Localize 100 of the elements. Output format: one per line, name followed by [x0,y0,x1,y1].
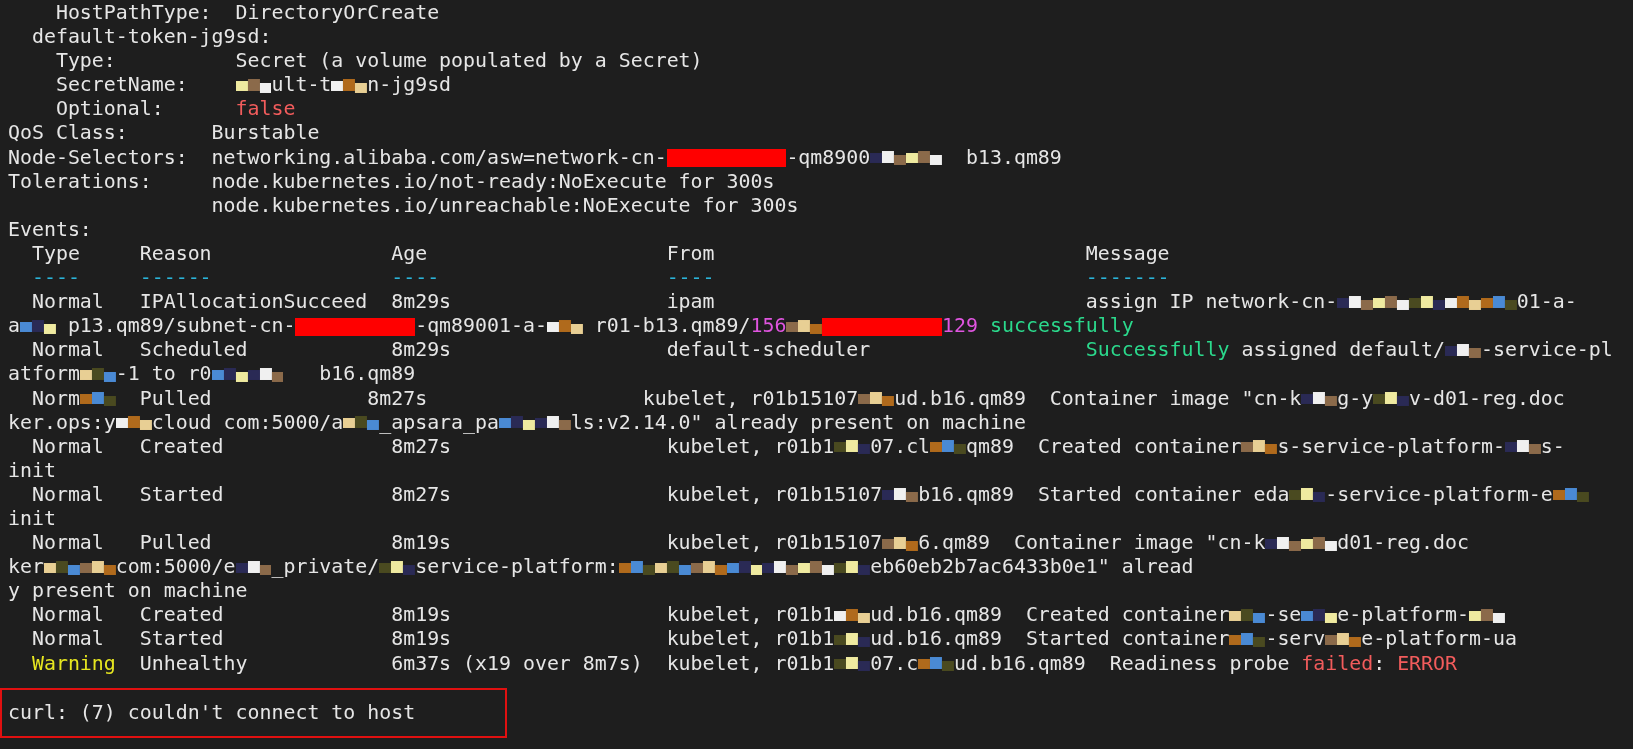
redaction-mosaic [1265,534,1302,553]
terminal-text: Warning [30,651,116,675]
terminal-text: s-service-platform- [1277,434,1505,458]
terminal-text: HostPathType: DirectoryOrCreate [54,1,440,24]
redaction-mosaic [930,438,967,457]
redaction-mosaic [870,149,907,168]
terminal-text: b16.qm89 Started container eda [918,482,1290,506]
redaction-mosaic [79,365,116,384]
terminal-text: ERROR [1397,651,1458,675]
redaction-mosaic [690,558,727,577]
terminal-text: : [1373,651,1387,675]
redaction-mosaic [534,414,571,433]
terminal-text: ud.b16.qm89 Container image "cn-k [894,386,1302,410]
terminal-text: atform [8,362,80,386]
redaction-mosaic [211,365,248,384]
redaction-mosaic [546,317,583,336]
redaction-mosaic [834,606,871,625]
redaction-mosaic [882,534,919,553]
terminal-text: assigned default/ [1240,338,1446,362]
terminal-text: 01-a- [1516,290,1577,314]
terminal-text: ker [8,555,44,579]
redaction-mosaic [786,317,823,336]
terminal-text: eb60eb2b7ac6433b0e1" alread [870,555,1194,579]
terminal-text: y present on machine [8,579,248,603]
redaction-mosaic [79,558,116,577]
redaction-mosaic [1229,630,1266,649]
redaction-mosaic [918,655,955,674]
terminal-text: Normal Started 8m27s kubelet, r01b15107 [30,482,883,506]
terminal-text: node.kubernetes.io/unreachable:NoExecute for 300s [210,193,799,217]
redaction-mosaic [79,390,116,408]
redaction-mosaic [1409,293,1445,312]
redaction-mosaic [499,414,535,433]
redaction-mosaic [834,655,871,674]
terminal-text: ls:v2.14.0" already present on machine [570,410,1026,434]
redaction-mosaic [20,317,56,336]
redaction-mosaic [618,558,655,577]
terminal-text: -service-platform-e [1325,482,1553,506]
redaction-mosaic [1301,390,1338,408]
terminal-text: p13.qm89/subnet-cn- [66,314,296,338]
redaction-mosaic [882,486,919,505]
redaction-mosaic [858,390,895,408]
terminal-text: QoS Class: Burstable [8,121,320,145]
terminal-text: Unhealthy 6m37s (x19 over 8m7s) kubelet, r01b1 [138,651,835,675]
redaction-mosaic [1373,293,1410,312]
terminal-text: n-jg9sd [367,73,452,97]
terminal-text: ud.b16.qm89 Started container [870,627,1230,651]
redaction-mosaic [726,558,763,577]
terminal-text: Normal Created 8m19s kubelet, r01b1 [30,603,835,627]
terminal-text: Normal Created 8m27s kubelet, r01b1 [30,434,835,458]
redaction-mosaic [798,558,835,577]
terminal-text: a [8,314,20,338]
terminal-text: service-platform: [415,555,619,579]
terminal-text: -1 to r0 [115,362,212,386]
redaction-mosaic [1373,390,1410,408]
terminal-text: _private/ [271,555,380,579]
terminal-text: ---- ------ ---- ---- ------- [30,266,1170,290]
redaction-mosaic [762,558,799,577]
terminal-text: d01-reg.doc [1337,531,1469,555]
terminal-text: Normal Pulled 8m19s kubelet, r01b15107 [30,531,883,555]
terminal-text: ud.b16.qm89 Created container [870,603,1230,627]
terminal-text: 07.cl [870,434,931,458]
terminal-text: v-d01-reg.doc [1409,386,1565,410]
terminal-text: b13.qm89 [965,145,1062,169]
terminal-text: ud.b16.qm89 Readiness probe [954,651,1291,675]
terminal-text: -serv [1265,627,1326,651]
terminal-text: e-platform- [1337,603,1469,627]
terminal-text: Successfully [1085,338,1230,362]
redaction-mosaic [1241,438,1278,457]
redaction-mosaic [343,414,380,433]
terminal-text: cloud com:5000/a [151,410,344,434]
terminal-text: 156 [750,314,787,338]
terminal-text: Normal Started 8m19s kubelet, r01b1 [30,627,835,651]
redaction-mosaic [834,558,871,577]
terminal-text: Tolerations: node.kubernetes.io/not-ready:NoExecute for 300s [8,169,775,193]
terminal-text: curl: (7) couldn't connect to host [8,700,416,724]
terminal-text: ult-t [271,73,332,97]
redaction-mosaic [331,76,368,95]
terminal-text: Norm [30,386,80,410]
redaction-mosaic [115,414,152,433]
terminal-text: init [8,458,56,482]
redaction-mosaic [379,558,416,577]
terminal-text: Normal IPAllocationSucceed 8m29s ipam assign IP network-cn- [30,290,1338,314]
redaction-mosaic [1301,534,1338,553]
redaction-mosaic [235,76,272,95]
terminal-text: g-y [1337,386,1374,410]
terminal-text: successfully [989,314,1134,338]
terminal-text: 129 [942,314,979,338]
terminal-text: SecretName: [54,73,189,97]
redaction-mosaic [1325,630,1362,649]
redaction-mosaic [43,558,80,577]
redaction-mosaic [1337,293,1374,312]
terminal-text: default-token-jg9sd: [30,25,272,49]
redaction-mosaic [235,558,272,577]
redaction-mosaic [654,558,691,577]
redaction-mosaic [906,149,943,168]
redaction-mosaic [1469,606,1505,625]
terminal-text: -se [1265,603,1302,627]
redaction-mosaic [1552,486,1589,505]
terminal-text: ker.ops:y [8,410,116,434]
redaction-mosaic [834,630,871,649]
